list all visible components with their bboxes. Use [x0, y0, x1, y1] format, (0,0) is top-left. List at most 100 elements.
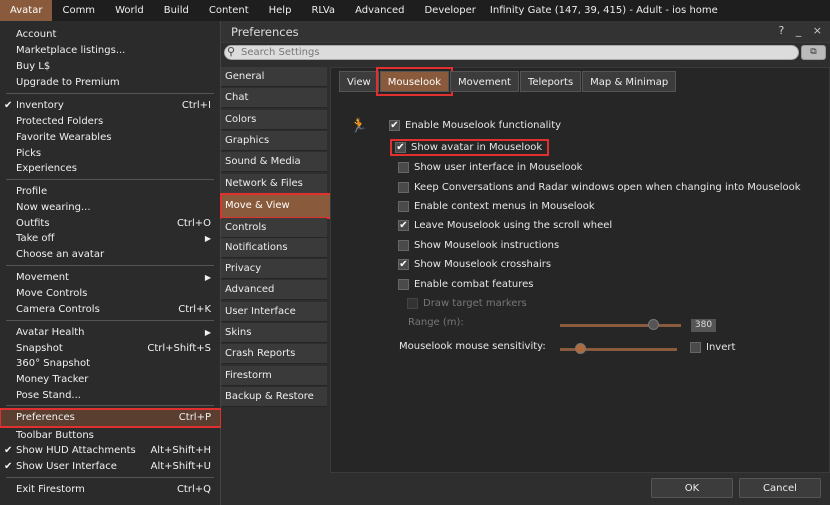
category-backup-restore[interactable]: Backup & Restore: [221, 387, 327, 407]
category-firestorm[interactable]: Firestorm: [221, 366, 327, 386]
checkbox[interactable]: ✔: [389, 120, 400, 131]
menu-item-outfits[interactable]: Outfits Ctrl+O: [0, 216, 221, 231]
range-value[interactable]: 380: [691, 319, 716, 332]
menu-item-exit-firestorm[interactable]: Exit Firestorm Ctrl+Q: [0, 482, 221, 497]
checkbox[interactable]: [398, 201, 409, 212]
menu-item-movement[interactable]: Movement ▶: [0, 270, 221, 285]
preferences-title-bar[interactable]: Preferences ? _ ×: [221, 21, 830, 43]
menu-item-shortcut: Alt+Shift+H: [150, 445, 211, 456]
menu-advanced[interactable]: Advanced: [345, 0, 414, 21]
option-invert[interactable]: Invert: [690, 342, 735, 353]
category-privacy[interactable]: Privacy: [221, 259, 327, 279]
menu-content[interactable]: Content: [199, 0, 259, 21]
menu-item-account[interactable]: Account: [0, 27, 221, 42]
menu-item-camera-controls[interactable]: Camera Controls Ctrl+K: [0, 302, 221, 317]
checkbox[interactable]: ✔: [395, 142, 406, 153]
menu-item-upgrade-premium[interactable]: Upgrade to Premium: [0, 75, 221, 90]
menu-comm[interactable]: Comm: [52, 0, 105, 21]
menu-item-label: Experiences: [16, 163, 77, 174]
checkbox[interactable]: [398, 162, 409, 173]
menu-item-label: Exit Firestorm: [16, 484, 85, 495]
checkbox[interactable]: ✔: [398, 259, 409, 270]
menu-item-buy-l[interactable]: Buy L$: [0, 59, 221, 74]
menu-item-picks[interactable]: Picks: [0, 146, 221, 161]
menu-item-take-off[interactable]: Take off ▶: [0, 231, 221, 246]
menu-item-protected-folders[interactable]: Protected Folders: [0, 114, 221, 129]
checkbox[interactable]: ✔: [398, 220, 409, 231]
menu-item-favorite-wearables[interactable]: Favorite Wearables: [0, 130, 221, 145]
tab-map-minimap[interactable]: Map & Minimap: [582, 71, 677, 92]
tab-teleports[interactable]: Teleports: [519, 71, 582, 92]
menu-world[interactable]: World: [105, 0, 154, 21]
range-slider-handle[interactable]: [648, 319, 660, 330]
category-colors[interactable]: Colors: [221, 110, 327, 130]
tab-view[interactable]: View: [339, 71, 379, 92]
menu-item-money-tracker[interactable]: Money Tracker: [0, 372, 221, 387]
menu-help[interactable]: Help: [259, 0, 302, 21]
menu-item-marketplace-listings[interactable]: Marketplace listings...: [0, 43, 221, 58]
menu-item-360-snapshot[interactable]: 360° Snapshot: [0, 356, 221, 371]
menu-item-show-hud-attachments[interactable]: ✔ Show HUD Attachments Alt+Shift+H: [0, 443, 221, 458]
category-general[interactable]: General: [221, 67, 327, 87]
range-slider[interactable]: [560, 324, 681, 327]
category-crash-reports[interactable]: Crash Reports: [221, 344, 327, 364]
menu-item-avatar-health[interactable]: Avatar Health ▶: [0, 325, 221, 340]
menu-item-label: Upgrade to Premium: [16, 77, 120, 88]
category-skins[interactable]: Skins: [221, 323, 327, 343]
tab-mouselook[interactable]: Mouselook: [375, 67, 454, 96]
tab-movement[interactable]: Movement: [450, 71, 519, 92]
option-show-mouselook-crosshairs[interactable]: ✔ Show Mouselook crosshairs: [398, 259, 551, 270]
menu-developer[interactable]: Developer: [414, 0, 485, 21]
checkbox[interactable]: [690, 342, 701, 353]
menu-item-shortcut: Alt+Shift+U: [150, 461, 211, 472]
category-network-files[interactable]: Network & Files: [221, 174, 327, 194]
category-chat[interactable]: Chat: [221, 88, 327, 108]
category-user-interface[interactable]: User Interface: [221, 302, 327, 322]
menu-item-inventory[interactable]: ✔ Inventory Ctrl+I: [0, 98, 221, 113]
menu-build[interactable]: Build: [154, 0, 199, 21]
window-controls[interactable]: ? _ ×: [778, 24, 826, 37]
category-graphics[interactable]: Graphics: [221, 131, 327, 151]
option-enable-combat-features[interactable]: Enable combat features: [398, 279, 534, 290]
menu-item-now-wearing[interactable]: Now wearing...: [0, 200, 221, 215]
option-leave-mouselook-scroll[interactable]: ✔ Leave Mouselook using the scroll wheel: [398, 220, 612, 231]
sensitivity-slider-handle[interactable]: [575, 343, 587, 354]
menu-item-label: Show User Interface: [16, 461, 117, 472]
menu-item-label: Snapshot: [16, 343, 63, 354]
menu-rlva[interactable]: RLVa: [301, 0, 345, 21]
option-enable-context-menus[interactable]: Enable context menus in Mouselook: [398, 201, 595, 212]
category-advanced[interactable]: Advanced: [221, 280, 327, 300]
category-controls[interactable]: Controls: [221, 218, 327, 238]
option-enable-mouselook[interactable]: ✔ Enable Mouselook functionality: [389, 120, 561, 131]
option-draw-target-markers: Draw target markers: [407, 298, 527, 309]
category-notifications[interactable]: Notifications: [221, 238, 327, 258]
ok-button[interactable]: OK: [651, 478, 733, 498]
option-show-mouselook-instructions[interactable]: Show Mouselook instructions: [398, 240, 559, 251]
menu-item-label: Picks: [16, 148, 42, 159]
option-show-avatar-in-mouselook[interactable]: ✔ Show avatar in Mouselook: [389, 139, 550, 156]
option-label: Show Mouselook instructions: [414, 240, 560, 251]
menu-item-move-controls[interactable]: Move Controls: [0, 286, 221, 301]
category-move-view[interactable]: Move & View: [220, 193, 335, 219]
checkbox[interactable]: [398, 279, 409, 290]
location-status[interactable]: Infinity Gate (147, 39, 415) - Adult - i…: [490, 5, 718, 16]
menu-item-preferences[interactable]: Preferences Ctrl+P: [0, 408, 222, 428]
option-show-ui-in-mouselook[interactable]: Show user interface in Mouselook: [398, 162, 582, 173]
menu-item-profile[interactable]: Profile: [0, 184, 221, 199]
option-keep-conversations-open[interactable]: Keep Conversations and Radar windows ope…: [398, 182, 801, 193]
checkbox[interactable]: [398, 182, 409, 193]
menu-item-label: Movement: [16, 272, 69, 283]
menu-item-choose-avatar[interactable]: Choose an avatar: [0, 247, 221, 262]
menu-item-experiences[interactable]: Experiences: [0, 161, 221, 176]
search-options-button[interactable]: ⧉: [801, 45, 826, 60]
menu-avatar[interactable]: Avatar: [0, 0, 53, 21]
menu-item-show-user-interface[interactable]: ✔ Show User Interface Alt+Shift+U: [0, 459, 221, 474]
cancel-button[interactable]: Cancel: [739, 478, 821, 498]
menu-item-pose-stand[interactable]: Pose Stand...: [0, 388, 221, 403]
category-sound-media[interactable]: Sound & Media: [221, 152, 327, 172]
menu-item-toolbar-buttons[interactable]: Toolbar Buttons: [0, 428, 221, 443]
menu-item-snapshot[interactable]: Snapshot Ctrl+Shift+S: [0, 341, 221, 356]
checkmark-icon: ✔: [4, 461, 13, 472]
search-settings-input[interactable]: ⚲ Search Settings: [224, 45, 799, 60]
checkbox[interactable]: [398, 240, 409, 251]
